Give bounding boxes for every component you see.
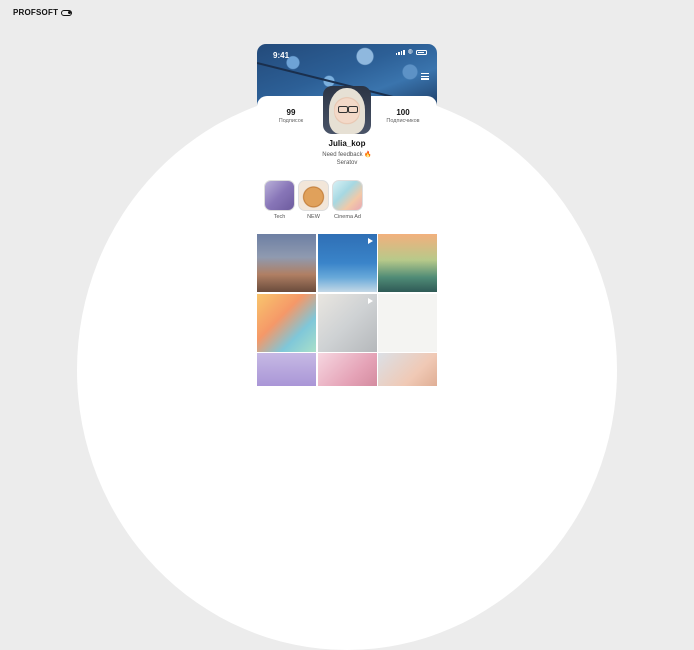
post-tile[interactable] (317, 353, 377, 386)
highlight-tech[interactable]: Tech (264, 180, 295, 220)
signal-icon (395, 50, 405, 55)
post-tile[interactable] (317, 293, 377, 352)
post-tile[interactable] (317, 234, 377, 292)
status-icons: ◍ (395, 49, 427, 55)
phone-mockup: 9:41 ◍ 99 Подписок 100 Подписчиков Julia… (257, 44, 437, 386)
toggle-icon (61, 9, 73, 16)
username: Julia_kop (328, 139, 366, 148)
highlight-thumb (332, 180, 363, 211)
following-stat[interactable]: 99 Подписок (261, 108, 321, 124)
highlight-label: NEW (307, 214, 320, 220)
brand-logo: PROFSOFT (13, 8, 73, 17)
highlight-new[interactable]: NEW (298, 180, 329, 220)
following-label: Подписок (278, 118, 304, 124)
followers-count: 100 (396, 108, 410, 117)
post-tile[interactable] (378, 353, 437, 386)
fire-icon: 🔥 (364, 152, 372, 158)
bio-line-2: Seratov (336, 160, 358, 166)
bio-line-1: Need feedback (322, 152, 363, 158)
following-count: 99 (286, 108, 296, 117)
post-tile[interactable] (378, 234, 437, 292)
highlight-cinema-ad[interactable]: Cinema Ad (332, 180, 363, 220)
highlight-label: Cinema Ad (334, 214, 361, 220)
battery-icon (416, 50, 427, 55)
followers-stat[interactable]: 100 Подписчиков (373, 108, 433, 124)
brand-name: PROFSOFT (13, 8, 59, 17)
video-play-icon (367, 238, 373, 244)
post-tile[interactable] (257, 293, 316, 352)
video-play-icon (367, 297, 373, 304)
highlight-label: Tech (273, 214, 286, 220)
post-tile[interactable] (257, 353, 316, 386)
status-time: 9:41 (273, 51, 290, 60)
followers-label: Подписчиков (386, 118, 420, 124)
post-grid (257, 234, 437, 386)
hamburger-menu-icon[interactable] (421, 73, 429, 81)
wifi-icon: ◍ (407, 49, 413, 55)
highlight-thumb (298, 180, 329, 211)
story-highlights: Tech NEW Cinema Ad (264, 180, 363, 220)
profile-panel: 99 Подписок 100 Подписчиков Julia_kop Ne… (257, 86, 437, 386)
post-tile[interactable] (378, 293, 437, 352)
highlight-thumb (264, 180, 295, 211)
avatar[interactable] (323, 86, 371, 134)
bio: Need feedback 🔥 Seratov (257, 151, 437, 167)
post-tile[interactable] (257, 234, 316, 292)
